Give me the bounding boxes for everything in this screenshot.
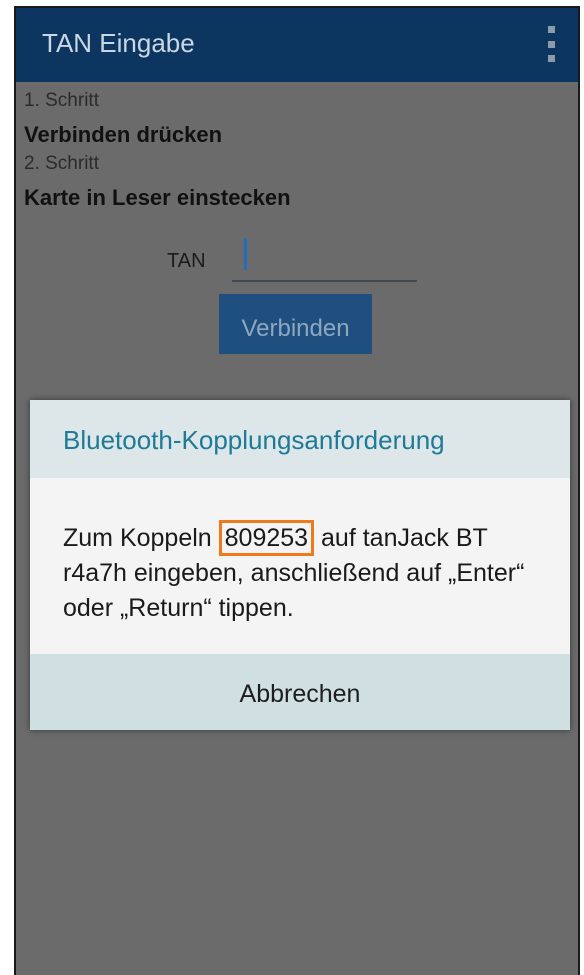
- step-2-text: Karte in Leser einstecken: [24, 185, 291, 210]
- tan-input[interactable]: [232, 232, 417, 282]
- message-prefix: Zum Koppeln: [63, 524, 219, 552]
- text-cursor: [244, 238, 247, 270]
- dialog-message: Zum Koppeln 809253 auf tanJack BT r4a7h …: [30, 478, 570, 654]
- tan-form: 1. Schritt Verbinden drücken 2. Schritt …: [16, 82, 578, 975]
- bluetooth-pairing-dialog: Bluetooth-Kopplungsanforderung Zum Koppe…: [30, 400, 570, 730]
- connect-button[interactable]: Verbinden: [219, 294, 372, 354]
- step-2-label: 2. Schritt: [24, 153, 99, 174]
- step-1-label: 1. Schritt: [24, 90, 99, 111]
- menu-dot: [547, 26, 555, 33]
- phone-screen: TAN Eingabe 1. Schritt Verbinden drücken…: [14, 6, 580, 975]
- menu-dot: [547, 40, 555, 48]
- tan-label: TAN: [167, 250, 206, 272]
- dialog-title: Bluetooth-Kopplungsanforderung: [30, 400, 570, 478]
- pairing-code: 809253: [218, 520, 315, 556]
- menu-dot: [547, 55, 555, 62]
- step-1-text: Verbinden drücken: [24, 122, 223, 147]
- app-title: TAN Eingabe: [42, 28, 195, 58]
- app-bar: TAN Eingabe: [16, 8, 578, 82]
- cancel-button[interactable]: Abbrechen: [30, 654, 570, 730]
- overflow-menu-icon[interactable]: [546, 26, 556, 62]
